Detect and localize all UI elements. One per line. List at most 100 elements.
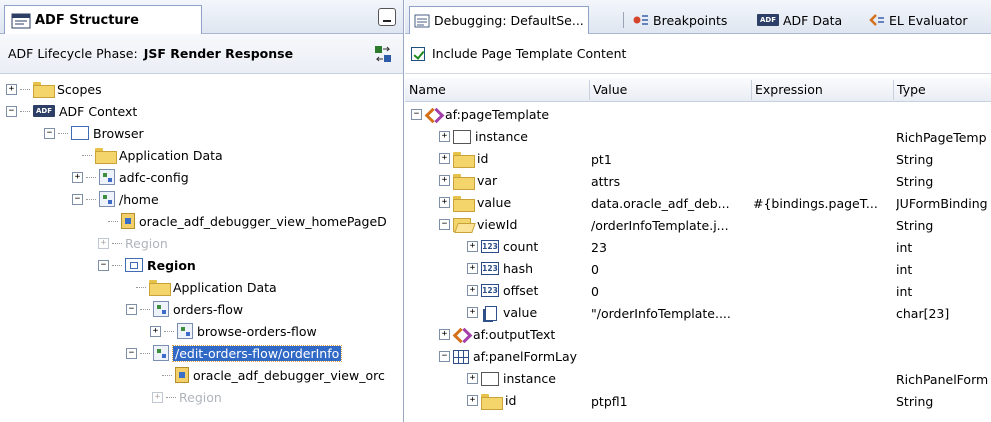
collapse-icon[interactable]: − (6, 105, 17, 117)
collapse-icon[interactable]: − (98, 259, 109, 271)
collapse-icon[interactable]: − (126, 347, 137, 359)
row-name: viewId (477, 217, 518, 232)
minimize-icon (383, 20, 391, 22)
expand-icon[interactable]: + (98, 237, 109, 249)
expand-icon[interactable]: + (467, 373, 478, 384)
tree-node-label: Region (125, 235, 168, 251)
row-name: instance (475, 129, 528, 144)
tree-node-label: /home (119, 191, 159, 207)
page-definition-icon (175, 367, 189, 383)
tree-node-region-nested[interactable]: + Region (152, 386, 222, 408)
minimize-button[interactable] (378, 8, 396, 26)
row-name: id (505, 393, 517, 408)
instance-icon (481, 371, 499, 386)
row-type: String (896, 218, 934, 233)
view-activity-icon (99, 191, 115, 207)
tab-el-evaluator[interactable]: EL Evaluator (865, 6, 991, 34)
instance-icon (453, 129, 471, 144)
tree-node-label: /edit-orders-flow/orderInfo (171, 344, 343, 362)
collapse-icon[interactable]: − (126, 303, 137, 315)
table-row[interactable]: + instance RichPanelForm (405, 368, 991, 390)
table-row[interactable]: + 123 hash 0 int (405, 258, 991, 280)
step-next-phase-icon[interactable] (374, 45, 392, 63)
tree-node-region-application-data[interactable]: Application Data (136, 276, 277, 298)
table-row[interactable]: + var attrs String (405, 170, 991, 192)
row-type: String (896, 174, 934, 189)
region-icon (125, 258, 143, 272)
table-row[interactable]: − af:pageTemplate (405, 104, 991, 126)
table-row[interactable]: + 123 offset 0 int (405, 280, 991, 302)
tree-node-home[interactable]: − /home (72, 188, 159, 210)
table-row[interactable]: + 123 count 23 int (405, 236, 991, 258)
row-name: value (503, 305, 538, 320)
tree-node-orderinfo-page-def[interactable]: oracle_adf_debugger_view_orc (162, 364, 385, 386)
expand-icon[interactable]: + (439, 175, 450, 186)
expand-icon[interactable]: + (439, 153, 450, 164)
tree-node-label: adfc-config (119, 169, 189, 185)
tree-node-application-data[interactable]: Application Data (82, 144, 223, 166)
tab-adf-data-label: ADF Data (783, 12, 843, 28)
breakpoints-icon (633, 15, 648, 25)
collapse-icon[interactable]: − (44, 127, 55, 139)
expand-icon[interactable]: + (150, 325, 161, 337)
row-name: count (503, 239, 539, 254)
expand-icon[interactable]: + (467, 263, 478, 274)
component-tag-icon (453, 328, 469, 342)
table-row[interactable]: + value data.oracle_adf_deb... #{binding… (405, 192, 991, 214)
expand-icon[interactable]: + (467, 307, 478, 318)
row-name: af:pageTemplate (445, 107, 550, 122)
table-row[interactable]: + value "/orderInfoTemplate.... char[23] (405, 302, 991, 324)
tree-node-region-active[interactable]: − Region (98, 254, 196, 276)
expand-icon[interactable]: + (467, 285, 478, 296)
expand-icon[interactable]: + (467, 241, 478, 252)
tab-adf-structure[interactable]: ADF Structure (4, 5, 202, 35)
adf-structure-icon (11, 13, 31, 28)
expand-icon[interactable]: + (72, 171, 83, 183)
column-header-value[interactable]: Value (593, 82, 627, 97)
table-row[interactable]: + id ptpfl1 String (405, 390, 991, 412)
tab-breakpoints[interactable]: Breakpoints (629, 6, 739, 34)
collapse-icon[interactable]: − (411, 109, 422, 120)
expand-icon[interactable]: + (152, 391, 163, 403)
tree-node-label: Application Data (119, 147, 223, 163)
table-row[interactable]: + af:outputText (405, 324, 991, 346)
tab-debugging[interactable]: Debugging: DefaultSe... (409, 6, 589, 34)
collapse-icon[interactable]: − (439, 351, 450, 362)
table-row[interactable]: + id pt1 String (405, 148, 991, 170)
tree-node-browse-orders-flow[interactable]: + browse-orders-flow (150, 320, 317, 342)
collapse-icon[interactable]: − (72, 193, 83, 205)
table-row[interactable]: − af:panelFormLay (405, 346, 991, 368)
tree-node-browser[interactable]: − Browser (44, 122, 144, 144)
open-folder-icon (453, 217, 473, 232)
tree-node-edit-orders-flow[interactable]: − /edit-orders-flow/orderInfo (126, 342, 343, 364)
row-name: id (477, 151, 489, 166)
table-row[interactable]: + instance RichPageTemp (405, 126, 991, 148)
tree-node-region-inactive[interactable]: + Region (98, 232, 168, 254)
folder-icon (33, 82, 55, 98)
table-row[interactable]: − viewId /orderInfoTemplate.j... String (405, 214, 991, 236)
expand-icon[interactable]: + (439, 197, 450, 208)
tree-node-label: browse-orders-flow (197, 323, 317, 339)
folder-icon (481, 393, 503, 410)
include-page-template-checkbox[interactable] (411, 46, 425, 61)
lifecycle-phase-label: ADF Lifecycle Phase: (8, 46, 138, 61)
column-header-expression[interactable]: Expression (755, 82, 823, 97)
column-header-type[interactable]: Type (897, 82, 926, 97)
tab-adf-data[interactable]: ADF ADF Data (753, 6, 853, 34)
tree-node-adf-context[interactable]: − ADF ADF Context (6, 100, 137, 122)
expand-icon[interactable]: + (439, 329, 450, 340)
tree-node-orders-flow[interactable]: − orders-flow (126, 298, 243, 320)
tree-node-adfc-config[interactable]: + adfc-config (72, 166, 189, 188)
expand-icon[interactable]: + (439, 131, 450, 142)
tree-node-home-page-def[interactable]: oracle_adf_debugger_view_homePageD (108, 210, 387, 232)
expand-icon[interactable]: + (6, 83, 17, 95)
tree-node-label: oracle_adf_debugger_view_homePageD (139, 213, 387, 229)
collapse-icon[interactable]: − (439, 219, 450, 230)
tree-node-scopes[interactable]: + Scopes (6, 78, 102, 100)
tree-node-label: Scopes (57, 81, 102, 97)
task-flow-icon (99, 169, 115, 185)
column-header-name[interactable]: Name (409, 82, 446, 97)
expand-icon[interactable]: + (467, 395, 478, 406)
folder-icon (95, 148, 117, 164)
tree-node-label: ADF Context (59, 103, 138, 119)
